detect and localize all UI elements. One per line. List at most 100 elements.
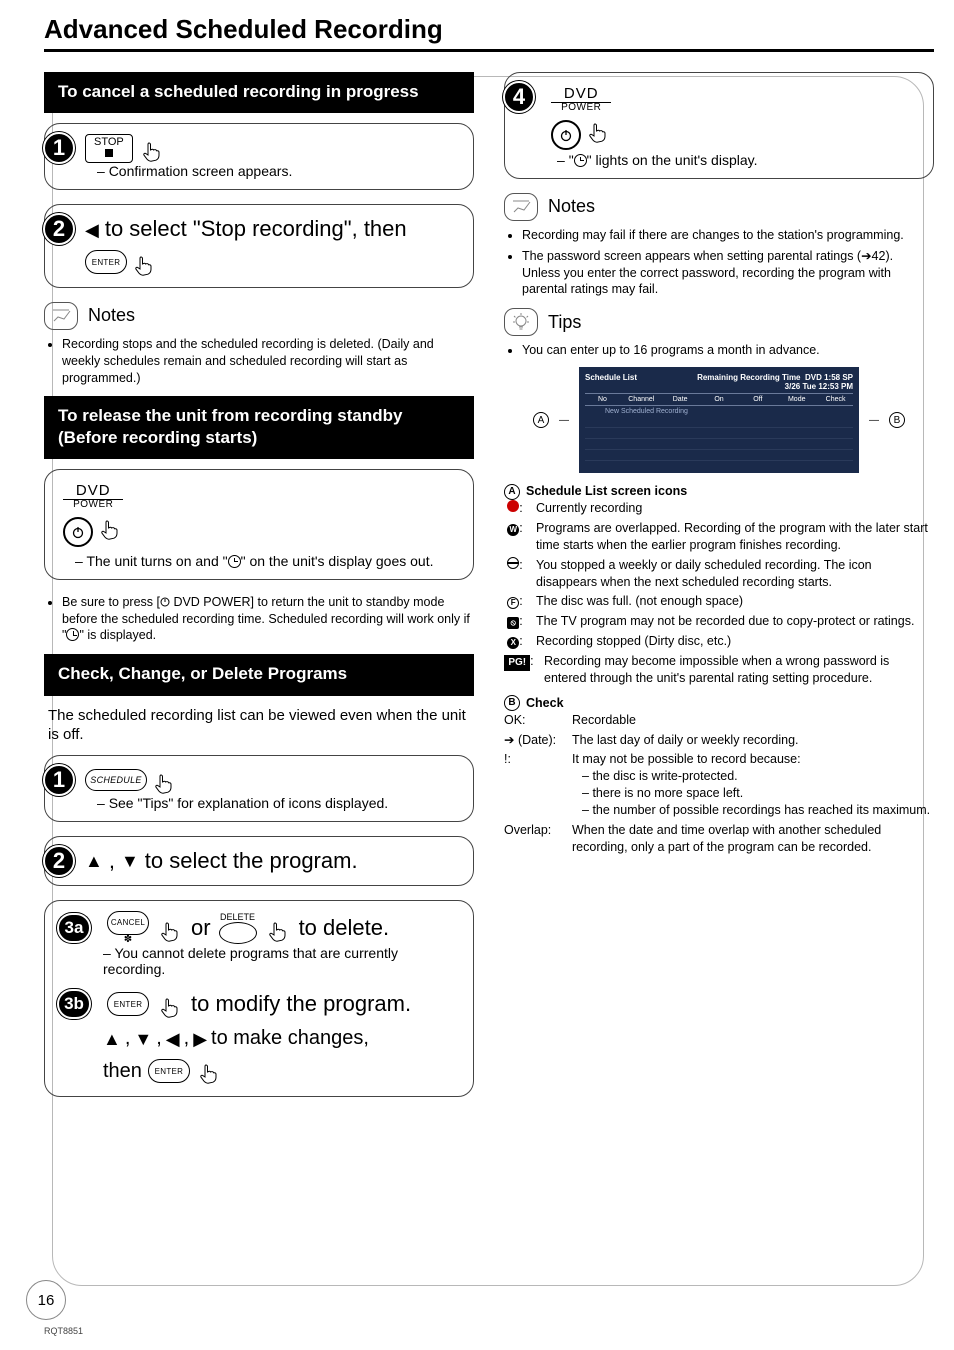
defs-a-heading: Schedule List screen icons (526, 483, 687, 500)
release-bullet: Be sure to press [ DVD POWER] to return … (62, 594, 474, 645)
release-note: The unit turns on and "" on the unit's d… (75, 553, 461, 569)
stopped-icon (507, 557, 519, 569)
step-num-1: 1 (43, 132, 75, 164)
def-key: ➔ (Date): (504, 732, 562, 749)
step-release: DVD POWER The unit turns on and "" on th… (44, 469, 474, 580)
step-2-check: 2 ▲, ▼ to select the program. (44, 836, 474, 887)
def-sublist: the disc is write-protected. there is no… (582, 768, 934, 819)
timer-icon (66, 628, 79, 641)
step2b-text: to select the program. (145, 847, 358, 876)
enter-button[interactable]: ENTER (148, 1059, 190, 1083)
step1b-note: See "Tips" for explanation of icons disp… (97, 795, 461, 811)
schedule-panel: Schedule List Remaining Recording Time D… (579, 367, 859, 473)
overlap-w-icon: W (507, 524, 519, 536)
page-title: Advanced Scheduled Recording (44, 14, 934, 45)
def-text: You stopped a weekly or daily scheduled … (536, 557, 934, 591)
stop-label: STOP (94, 136, 124, 148)
panel-rrt-label: Remaining Recording Time (697, 373, 800, 382)
power-button[interactable] (551, 120, 581, 150)
def-text: The last day of daily or weekly recordin… (572, 732, 934, 749)
notes-icon (44, 302, 78, 330)
title-rule (44, 49, 934, 52)
def-text: The disc was full. (not enough space) (536, 593, 934, 610)
notes-icon (504, 193, 538, 221)
delete-label: DELETE (220, 913, 255, 922)
heading-cancel: To cancel a scheduled recording in progr… (44, 72, 474, 113)
down-arrow-icon: ▼ (121, 852, 139, 870)
hand-cursor-icon (198, 1062, 222, 1092)
power-button[interactable] (63, 517, 93, 547)
timer-icon (228, 555, 241, 568)
cancel-button[interactable]: CANCEL (107, 911, 149, 935)
or-label: or (191, 915, 211, 941)
hand-cursor-icon (159, 996, 183, 1025)
step-num-3a: 3a (57, 913, 91, 943)
panel-rrt-value: DVD 1:58 SP (805, 373, 853, 382)
step3b-line2: to make changes, (211, 1027, 369, 1050)
note-item: The password screen appears when setting… (522, 248, 934, 299)
schedule-list-figure: A — Schedule List Remaining Recording Ti… (504, 367, 934, 473)
step2-text: to select "Stop recording", then (105, 215, 407, 244)
step-3-check: 3a CANCEL ✽ or DELETE to delete. You can… (44, 900, 474, 1097)
hand-cursor-icon (587, 121, 611, 150)
def-key: Overlap: (504, 822, 562, 839)
tip-item: You can enter up to 16 programs a month … (522, 342, 934, 359)
def-text: The TV program may not be recorded due t… (536, 613, 934, 630)
note-item: Recording may fail if there are changes … (522, 227, 934, 244)
heading-check: Check, Change, or Delete Programs (44, 654, 474, 695)
up-arrow-icon: ▲ (85, 852, 103, 870)
asterisk-icon: ✽ (124, 935, 132, 945)
panel-new-row: New Scheduled Recording (585, 406, 853, 417)
step-num-3b: 3b (57, 989, 91, 1019)
stopped-x-icon: X (507, 637, 519, 649)
release-bullet-item: Be sure to press [ DVD POWER] to return … (62, 594, 474, 645)
dvd-power-label: DVD POWER (551, 85, 611, 150)
doc-id: RQT8851 (44, 1326, 83, 1336)
def-text: When the date and time overlap with anot… (572, 822, 934, 856)
defs-b-heading: Check (526, 695, 564, 712)
dvd-power-label: DVD POWER (63, 482, 123, 547)
step-num-2: 2 (43, 213, 75, 245)
hand-cursor-icon (141, 140, 165, 169)
enter-button[interactable]: ENTER (107, 992, 149, 1016)
def-text: Recording may become impossible when a w… (544, 653, 934, 687)
heading-release: To release the unit from recording stand… (44, 396, 474, 459)
enter-button[interactable]: ENTER (85, 250, 127, 274)
hand-cursor-icon (99, 518, 123, 547)
step4-note: "" lights on the unit's display. (557, 152, 921, 168)
timer-icon (574, 154, 587, 167)
def-text: Programs are overlapped. Recording of th… (536, 520, 934, 554)
full-f-icon: F (507, 597, 519, 609)
panel-columns: No Channel Date On Off Mode Check (585, 393, 853, 406)
copy-protect-icon: ⦸ (507, 617, 519, 629)
callout-a: A (533, 412, 549, 428)
tips-heading: Tips (504, 308, 934, 336)
right-arrow-icon: ▶ (193, 1030, 207, 1048)
step-4: 4 DVD POWER "" lights on the (504, 72, 934, 179)
panel-title: Schedule List (585, 373, 637, 391)
step3a-note: You cannot delete programs that are curr… (103, 945, 461, 977)
stop-button[interactable]: STOP (85, 134, 133, 163)
tips-icon (504, 308, 538, 336)
step-num-2b: 2 (43, 845, 75, 877)
tips-list: You can enter up to 16 programs a month … (522, 342, 934, 359)
left-arrow-icon: ◀ (166, 1030, 180, 1048)
def-text: Recording stopped (Dirty disc, etc.) (536, 633, 934, 650)
schedule-button[interactable]: SCHEDULE (85, 769, 147, 791)
pgi-badge: PG! (504, 655, 530, 671)
delete-button[interactable] (219, 922, 257, 944)
notes-list-left: Recording stops and the scheduled record… (62, 336, 474, 387)
step3a-tail: to delete. (299, 915, 390, 941)
then-label: then (103, 1060, 142, 1083)
step-2-cancel: 2 ◀ to select "Stop recording", then ENT… (44, 204, 474, 288)
notes-list-right: Recording may fail if there are changes … (522, 227, 934, 299)
hand-cursor-icon (153, 772, 177, 801)
up-arrow-icon: ▲ (103, 1030, 121, 1048)
stop-icon (105, 149, 113, 157)
down-arrow-icon: ▼ (134, 1030, 152, 1048)
notes-heading-right: Notes (504, 193, 934, 221)
step-num-4: 4 (503, 81, 535, 113)
page-number: 16 (26, 1280, 66, 1320)
definitions-a: A Schedule List screen icons :Currently … (504, 483, 934, 856)
step3b-text: to modify the program. (191, 991, 411, 1017)
